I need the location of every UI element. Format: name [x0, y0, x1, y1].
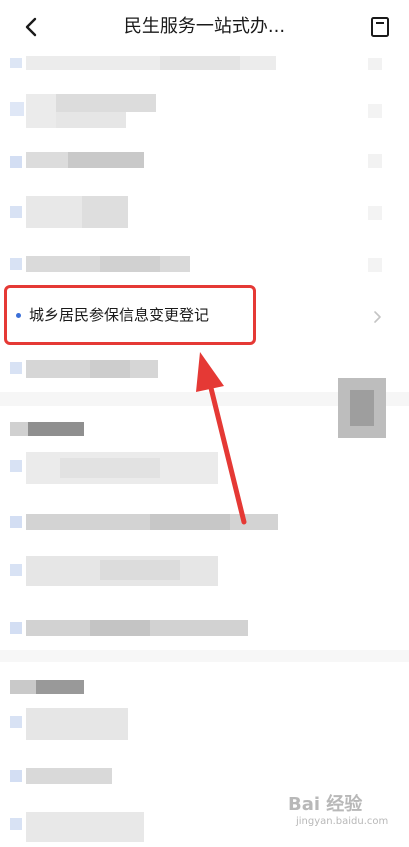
list-item[interactable] — [0, 192, 409, 232]
bullet-dot-icon — [16, 313, 21, 318]
list-item[interactable] — [0, 148, 409, 178]
top-navigation-bar: 民生服务一站式办... — [0, 0, 409, 54]
baidu-jingyan-watermark: Bai 经验 jingyan.baidu.com — [288, 790, 404, 834]
list-item[interactable] — [0, 706, 409, 742]
list-item[interactable] — [0, 90, 409, 130]
section-divider — [0, 650, 409, 662]
list-item[interactable] — [0, 616, 409, 640]
bookmark-icon — [371, 17, 389, 37]
bookmark-button[interactable] — [365, 12, 395, 42]
list-item[interactable] — [0, 252, 409, 276]
red-annotation-arrow — [196, 352, 247, 525]
chevron-right-icon[interactable] — [372, 310, 382, 324]
service-item-label: 城乡居民参保信息变更登记 — [29, 306, 210, 324]
list-item[interactable] — [0, 764, 409, 790]
chevron-left-icon — [25, 17, 37, 37]
back-button[interactable] — [16, 12, 46, 42]
list-item[interactable] — [0, 54, 409, 78]
page-title: 民生服务一站式办... — [123, 16, 286, 37]
section-header — [0, 676, 409, 698]
watermark-logo-text: Bai 经验 — [288, 794, 363, 815]
watermark-url: jingyan.baidu.com — [296, 816, 389, 827]
service-list: 城乡居民参保信息变更登记 — [0, 54, 409, 847]
highlighted-service-item[interactable]: 城乡居民参保信息变更登记 — [4, 285, 256, 345]
list-item[interactable] — [0, 554, 409, 588]
